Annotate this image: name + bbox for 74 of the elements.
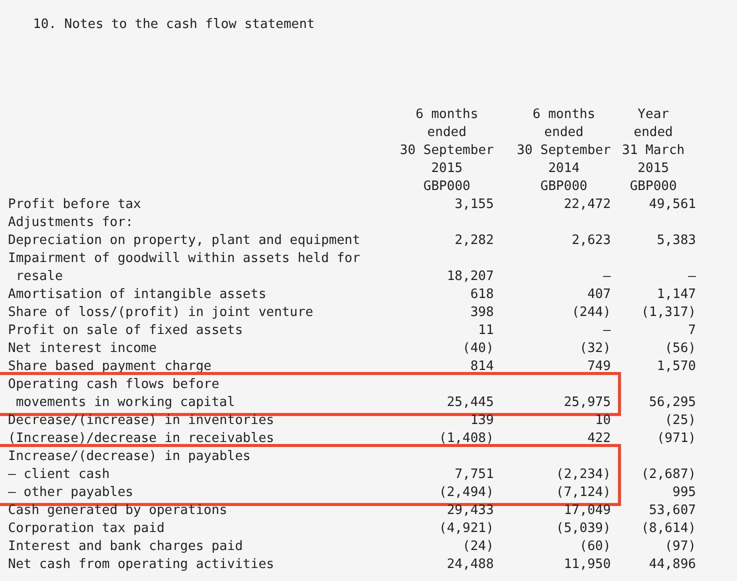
table-cell-text: (56)	[664, 340, 696, 358]
table-cell-text: 814	[469, 358, 494, 376]
table-cell-text: (2,234)	[555, 466, 611, 484]
table-cell-text: (60)	[578, 538, 611, 556]
row-label: Depreciation on property, plant and equipment	[8, 232, 362, 250]
table-cell-text: 11,950	[562, 556, 611, 574]
table-cell-text: (24)	[462, 538, 494, 556]
row-label: – other payables	[8, 484, 134, 502]
table-cell-text: 618	[469, 286, 494, 304]
table-cell-text: 53,607	[648, 502, 696, 520]
row-label: Increase/(decrease) in payables	[8, 448, 252, 466]
row-label: Amortisation of intangible assets	[8, 286, 268, 304]
table-cell-text: 24,488	[446, 556, 494, 574]
table-cell-text: 5,383	[656, 232, 696, 250]
table-cell-text: 18,207	[446, 268, 494, 286]
table-cell-text: 49,561	[648, 196, 696, 214]
table-cell-text: (2,687)	[640, 466, 696, 484]
table-cell-text: 25,445	[446, 394, 494, 412]
row-label: Cash generated by operations	[8, 502, 228, 520]
row-label: Profit before tax	[8, 196, 142, 214]
table-cell-text: 29,433	[446, 502, 494, 520]
row-label: Adjustments for:	[8, 214, 134, 232]
table-cell-text: 17,049	[562, 502, 611, 520]
table-cell-text: 2,282	[454, 232, 494, 250]
table-cell-text: 407	[586, 286, 611, 304]
row-label: Share based payment charge	[8, 358, 212, 376]
table-cell-text: 1,147	[656, 286, 696, 304]
table-cell-text: 1,570	[656, 358, 696, 376]
table-cell-text: 422	[586, 430, 611, 448]
row-label: (Increase)/decrease in receivables	[8, 430, 276, 448]
row-label: Profit on sale of fixed assets	[8, 322, 244, 340]
row-label: Net cash from operating activities	[8, 556, 276, 574]
table-cell-text: 398	[469, 304, 494, 322]
row-label: Decrease/(increase) in inventories	[8, 412, 276, 430]
table-cell-text: 139	[469, 412, 494, 430]
table-cell-text: 11	[477, 322, 494, 340]
column-header: 6 months ended 30 September 2015 GBP000	[400, 106, 494, 196]
table-cell-text: 44,896	[648, 556, 696, 574]
table-cell-text: (97)	[664, 538, 696, 556]
table-cell-text: 3,155	[454, 196, 494, 214]
table-cell-text: (244)	[570, 304, 611, 322]
table-cell-text: –	[602, 322, 611, 340]
section-title: 10. Notes to the cash flow statement	[33, 16, 315, 34]
table-cell-text: (4,921)	[438, 520, 494, 538]
row-label: Operating cash flows before movements in working capital	[8, 376, 236, 412]
table-cell-text: (1,408)	[438, 430, 494, 448]
table-cell-text: (8,614)	[640, 520, 696, 538]
row-label: Net interest income	[8, 340, 158, 358]
table-cell-text: –	[687, 268, 696, 286]
column-header: Year ended 31 March 2015 GBP000	[621, 106, 686, 196]
table-cell-text: 2,623	[570, 232, 611, 250]
table-cell-text: 10	[594, 412, 611, 430]
table-cell-text: (40)	[462, 340, 494, 358]
row-label: Corporation tax paid	[8, 520, 166, 538]
table-cell-text: 7,751	[454, 466, 494, 484]
table-cell-text: 25,975	[562, 394, 611, 412]
row-label: – client cash	[8, 466, 111, 484]
table-cell-text: (32)	[578, 340, 611, 358]
table-cell-text: 22,472	[562, 196, 611, 214]
table-cell-text: (971)	[656, 430, 696, 448]
table-cell-text: 749	[586, 358, 611, 376]
row-label: Share of loss/(profit) in joint venture	[8, 304, 314, 322]
table-cell-text: 56,295	[648, 394, 696, 412]
table-cell-text: (7,124)	[555, 484, 611, 502]
table-cell-text: (25)	[664, 412, 696, 430]
row-label: Impairment of goodwill within assets held for resale	[8, 250, 362, 286]
table-cell-text: (2,494)	[438, 484, 494, 502]
table-cell-text: 995	[672, 484, 696, 502]
column-header: 6 months ended 30 September 2014 GBP000	[516, 106, 611, 196]
row-label: Interest and bank charges paid	[8, 538, 244, 556]
table-cell-text: (5,039)	[555, 520, 611, 538]
table-cell-text: –	[602, 268, 611, 286]
table-cell-text: (1,317)	[640, 304, 696, 322]
table-cell-text: 7	[687, 322, 696, 340]
